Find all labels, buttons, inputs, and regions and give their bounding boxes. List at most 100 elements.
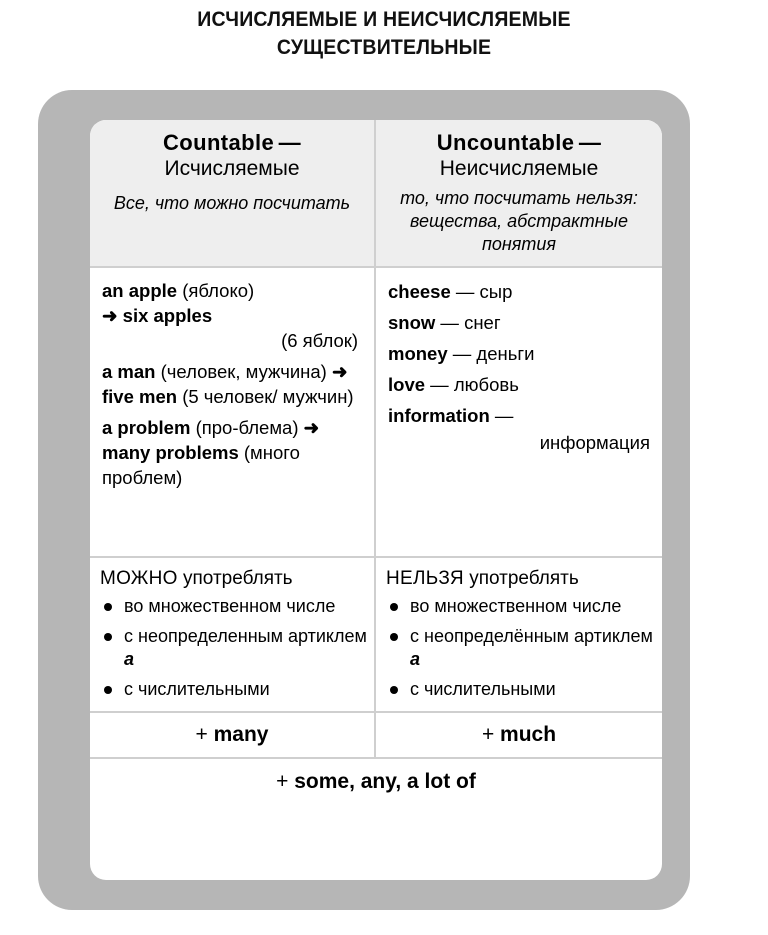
uncountable-title-en: Uncountable [436, 130, 575, 155]
quantifier-cell-uncountable: + much [376, 713, 662, 757]
example-information: information — информация [388, 402, 652, 456]
example-man: a man (человек, мужчина) ➜ five men (5 ч… [102, 359, 364, 409]
example-apple-gloss: (яблоко) [182, 280, 255, 301]
example-cheese: cheese — сыр [388, 278, 652, 305]
uncountable-rules-list: во множественном числе с неопределённым … [386, 595, 656, 701]
arrow-icon: ➜ [102, 305, 118, 326]
uncountable-quantifier: much [500, 723, 557, 746]
example-problem: a problem (про-блема) ➜ many problems (м… [102, 415, 364, 490]
example-love-term: love [388, 374, 426, 395]
example-problem-term: a problem [102, 417, 191, 438]
example-cheese-dash: — [455, 281, 475, 302]
uncountable-rule-1: во множественном числе [410, 596, 622, 616]
countable-rule-2-article: a [124, 649, 135, 669]
page-title-line-1: ИСЧИСЛЯЕМЫЕ И НЕИСЧИСЛЯЕМЫЕ [197, 8, 571, 31]
arrow-icon: ➜ [332, 361, 348, 382]
example-snow-term: snow [388, 312, 436, 333]
uncountable-title-ru: Неисчисляемые [439, 157, 599, 180]
bullet-icon [104, 633, 112, 641]
example-cheese-term: cheese [388, 281, 451, 302]
countable-note: Все, что можно посчитать [113, 193, 351, 213]
countable-title-dash: — [278, 130, 301, 155]
page-title: ИСЧИСЛЯЕМЫЕ И НЕИСЧИСЛЯЕМЫЕ СУЩЕСТВИТЕЛЬ… [0, 6, 768, 62]
example-money-term: money [388, 343, 448, 364]
example-man-term: a man [102, 361, 156, 382]
countable-rules-keyword: МОЖНО [100, 568, 178, 589]
example-love-gloss: любовь [453, 374, 519, 395]
example-man-plural: five men [102, 386, 178, 407]
uncountable-rule-2-article: a [410, 649, 421, 669]
countable-rule-3: с числительными [124, 679, 270, 699]
countable-rules-list: во множественном числе с неопределенным … [100, 595, 368, 701]
rules-cell-uncountable: НЕЛЬЗЯ употреблять во множественном числ… [376, 558, 662, 711]
plus-icon: + [481, 723, 495, 746]
comparison-table: Countable — Исчисляемые Все, что можно п… [90, 120, 662, 880]
example-snow-dash: — [440, 312, 459, 333]
example-money: money — деньги [388, 340, 652, 367]
usage-rules-row: МОЖНО употреблять во множественном числе… [90, 558, 662, 711]
uncountable-heading: Uncountable — Неисчисляемые [384, 129, 654, 182]
list-item: во множественном числе [100, 595, 368, 618]
example-problem-plural: many problems [102, 442, 239, 463]
list-item: с неопределённым артиклем a [386, 625, 656, 671]
example-cheese-gloss: сыр [479, 281, 513, 302]
uncountable-note: то, что посчитать нельзя: вещества, абст… [400, 188, 638, 254]
countable-title-en: Countable [162, 130, 275, 155]
uncountable-title-dash: — [578, 130, 602, 155]
uncountable-rules-title: НЕЛЬЗЯ употреблять [386, 567, 656, 591]
grammar-reference-page: ИСЧИСЛЯЕМЫЕ И НЕИСЧИСЛЯЕМЫЕ СУЩЕСТВИТЕЛЬ… [0, 0, 768, 935]
rules-cell-countable: МОЖНО употреблять во множественном числе… [90, 558, 376, 711]
quantifier-cell-countable: + many [90, 713, 376, 757]
examples-cell-uncountable: cheese — сыр snow — снег money — деньги [376, 268, 662, 556]
list-item: во множественном числе [386, 595, 656, 618]
countable-rules-title-rest: употреблять [183, 568, 293, 589]
arrow-icon: ➜ [303, 417, 320, 438]
example-apple-plural: six apples [122, 305, 213, 326]
example-snow-gloss: снег [464, 312, 501, 333]
uncountable-rules-title-rest: употреблять [469, 568, 579, 589]
list-item: с числительными [100, 678, 368, 701]
header-cell-countable: Countable — Исчисляемые Все, что можно п… [90, 120, 376, 266]
bullet-icon [390, 633, 398, 641]
countable-rules-title: МОЖНО употреблять [100, 567, 368, 591]
example-problem-gloss: (про-блема) [195, 417, 299, 438]
shared-quantifier-row: + some, any, a lot of [90, 759, 662, 806]
list-item: с числительными [386, 678, 656, 701]
countable-rule-2: с неопределенным артиклем [124, 626, 367, 646]
bullet-icon [104, 603, 112, 611]
examples-cell-countable: an apple (яблоко) ➜ six apples (6 яблок)… [90, 268, 376, 556]
uncountable-rules-keyword: НЕЛЬЗЯ [386, 568, 464, 589]
quantifier-row: + many + much [90, 713, 662, 757]
example-apple: an apple (яблоко) ➜ six apples (6 яблок) [102, 278, 364, 353]
example-information-term: information [388, 405, 490, 426]
example-information-dash: — [494, 405, 514, 426]
plus-icon: + [195, 723, 208, 746]
example-snow: snow — снег [388, 309, 652, 336]
bullet-icon [390, 686, 398, 694]
example-information-gloss: информация [539, 432, 650, 453]
example-love: love — любовь [388, 371, 652, 398]
example-love-dash: — [430, 374, 449, 395]
shared-quantifier-text: some, any, a lot of [294, 770, 476, 793]
plus-icon: + [276, 770, 289, 793]
list-item: с неопределенным артиклем a [100, 625, 368, 671]
example-apple-term: an apple [102, 280, 178, 301]
example-money-gloss: деньги [476, 343, 535, 364]
examples-row: an apple (яблоко) ➜ six apples (6 яблок)… [90, 268, 662, 556]
countable-rule-1: во множественном числе [124, 596, 336, 616]
table-header-row: Countable — Исчисляемые Все, что можно п… [90, 120, 662, 266]
example-apple-plural-gloss: (6 яблок) [281, 330, 358, 351]
uncountable-rule-3: с числительными [410, 679, 556, 699]
page-title-line-2: СУЩЕСТВИТЕЛЬНЫЕ [276, 36, 492, 59]
countable-title-ru: Исчисляемые [164, 157, 300, 180]
table-frame: Countable — Исчисляемые Все, что можно п… [38, 90, 690, 910]
bullet-icon [390, 603, 398, 611]
example-man-plural-gloss: (5 человек/ мужчин) [182, 386, 354, 407]
bullet-icon [104, 686, 112, 694]
uncountable-rule-2: с неопределённым артиклем [410, 626, 653, 646]
example-man-gloss: (человек, мужчина) [160, 361, 327, 382]
countable-quantifier: many [213, 723, 269, 746]
countable-heading: Countable — Исчисляемые [98, 129, 366, 182]
example-money-dash: — [452, 343, 472, 364]
header-cell-uncountable: Uncountable — Неисчисляемые то, что посч… [376, 120, 662, 266]
